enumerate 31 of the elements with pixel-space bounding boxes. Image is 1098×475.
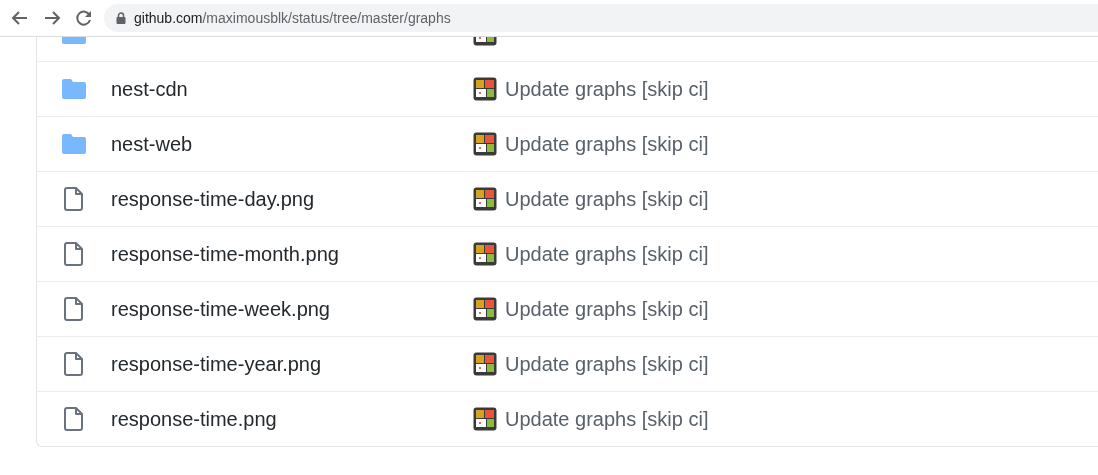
commit-message-link[interactable]: Update graphs [skip ci]: [505, 129, 709, 159]
url-text: github.com/maximousblk/status/tree/master/graphs: [134, 8, 451, 28]
file-link[interactable]: response-time-month.png: [111, 239, 473, 269]
avatar-icon: [473, 352, 497, 376]
file-icon: [64, 352, 84, 376]
file-icon: [64, 407, 84, 431]
file-icon: [64, 242, 84, 266]
folder-link[interactable]: nest-cdn: [111, 74, 473, 104]
commit-message-link[interactable]: Update graphs [skip ci]: [505, 74, 709, 104]
avatar-icon: [473, 132, 497, 156]
folder-link[interactable]: nest-web: [111, 129, 473, 159]
file-link[interactable]: response-time.png: [111, 404, 473, 434]
commit-message-link[interactable]: Update graphs [skip ci]: [505, 294, 709, 324]
file-icon: [64, 297, 84, 321]
file-link[interactable]: response-time-day.png: [111, 184, 473, 214]
commit-message-link[interactable]: Update graphs [skip ci]: [505, 349, 709, 379]
avatar-icon: [473, 187, 497, 211]
commit-message-link[interactable]: Update graphs [skip ci]: [505, 184, 709, 214]
lock-icon: [116, 12, 126, 24]
avatar-icon: [473, 297, 497, 321]
file-icon: [64, 187, 84, 211]
file-link[interactable]: response-time-week.png: [111, 294, 473, 324]
folder-icon: [62, 79, 86, 99]
folder-icon: [62, 134, 86, 154]
commit-message-link[interactable]: Update graphs [skip ci]: [505, 239, 709, 269]
file-link[interactable]: response-time-year.png: [111, 349, 473, 379]
avatar-icon: [473, 77, 497, 101]
avatar-icon: [473, 242, 497, 266]
address-bar[interactable]: github.com/maximousblk/status/tree/master/graphs: [104, 4, 1098, 32]
avatar-icon: [473, 407, 497, 431]
commit-message-link[interactable]: Update graphs [skip ci]: [505, 404, 709, 434]
